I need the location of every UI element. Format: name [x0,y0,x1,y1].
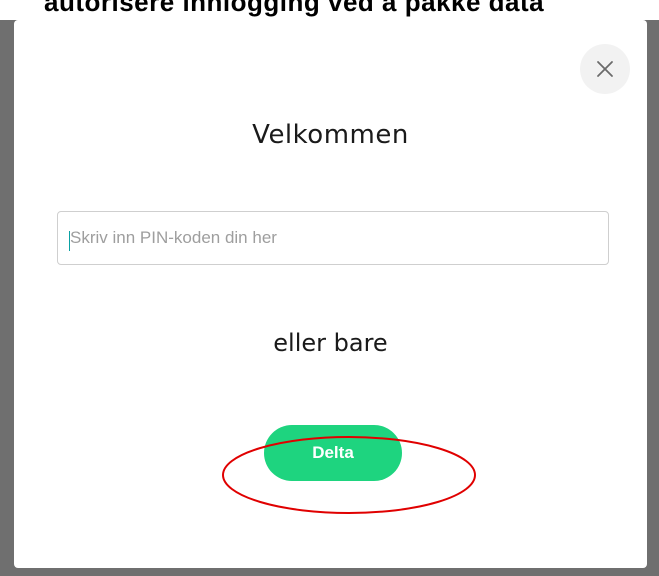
or-separator-text: eller bare [273,329,388,357]
join-button[interactable]: Delta [264,425,402,481]
dialog-title: Velkommen [252,120,409,150]
close-button[interactable] [580,44,630,94]
header-text: autorisere innlogging ved å pakke data [44,0,545,17]
text-caret [69,231,70,251]
pin-code-input[interactable] [57,211,609,265]
header-text-fragment: autorisere innlogging ved å pakke data [0,0,659,20]
welcome-dialog: Velkommen eller bare Delta [14,20,647,568]
close-icon [597,61,613,77]
